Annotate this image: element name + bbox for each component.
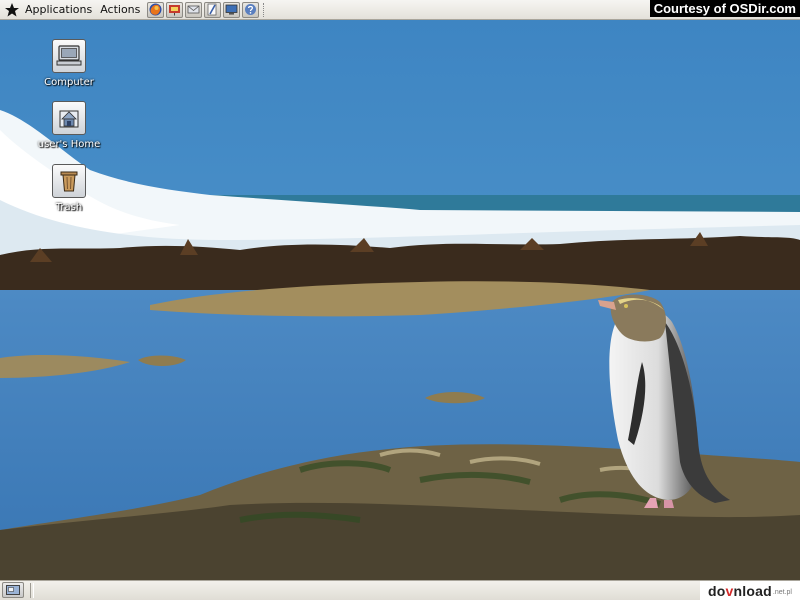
penguin-beach-wallpaper bbox=[0, 0, 800, 600]
desktop-icon-home[interactable]: user's Home bbox=[29, 101, 109, 150]
panel-separator bbox=[30, 583, 34, 598]
mail-icon bbox=[187, 5, 200, 14]
desktop-icon-label: user's Home bbox=[37, 139, 101, 150]
monitor-launcher[interactable] bbox=[223, 1, 241, 18]
help-launcher[interactable] bbox=[242, 1, 260, 18]
computer-icon bbox=[52, 39, 86, 73]
foot-menu-icon[interactable] bbox=[3, 1, 21, 19]
desktop-icon-label: Computer bbox=[44, 77, 94, 88]
desktop-icon-computer[interactable]: Computer bbox=[29, 39, 109, 88]
help-icon bbox=[245, 4, 257, 15]
show-desktop-icon bbox=[6, 584, 20, 595]
text-editor-launcher[interactable] bbox=[204, 1, 222, 18]
desktop-wallpaper bbox=[0, 0, 800, 600]
panel-separator bbox=[263, 2, 268, 17]
download-watermark-suffix: .net.pl bbox=[772, 589, 792, 596]
show-desktop-button[interactable] bbox=[2, 582, 24, 598]
trash-icon bbox=[52, 164, 86, 198]
desktop-icon-trash[interactable]: Trash bbox=[29, 164, 109, 213]
firefox-launcher[interactable] bbox=[147, 1, 165, 18]
firefox-icon bbox=[149, 3, 162, 16]
download-watermark: dovnload .net.pl bbox=[700, 581, 800, 600]
desktop-icon-label: Trash bbox=[55, 202, 83, 213]
bottom-panel bbox=[0, 580, 800, 600]
monitor-icon bbox=[225, 4, 238, 15]
presentation-icon bbox=[169, 5, 181, 16]
mail-launcher[interactable] bbox=[185, 1, 203, 18]
applications-menu[interactable]: Applications bbox=[21, 0, 96, 20]
courtesy-watermark: Courtesy of OSDir.com bbox=[649, 0, 800, 17]
text-editor-icon bbox=[207, 3, 217, 16]
presentation-launcher[interactable] bbox=[166, 1, 184, 18]
actions-menu[interactable]: Actions bbox=[96, 0, 144, 20]
download-watermark-text: dovnload bbox=[708, 582, 772, 599]
home-folder-icon bbox=[52, 101, 86, 135]
